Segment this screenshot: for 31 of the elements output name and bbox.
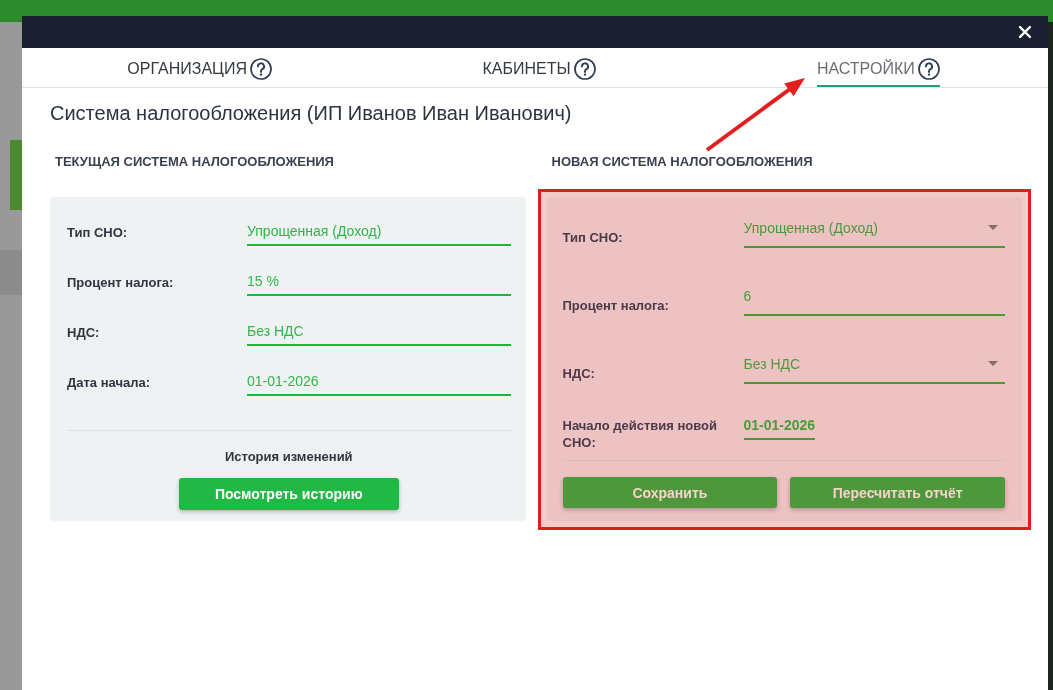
field-label: Начало действия новой СНО: [562, 417, 718, 451]
field-label: Тип СНО: [67, 224, 128, 242]
dropdown-field[interactable]: Упрощенная (Доход) [743, 218, 1005, 248]
readonly-field: Упрощенная (Доход) [247, 220, 511, 246]
dimmed-card [10, 140, 22, 210]
save-button[interactable]: Сохранить [562, 477, 778, 508]
history-label: История изменений [224, 448, 353, 466]
recalculate-report-button[interactable]: Пересчитать отчёт [790, 477, 1005, 508]
field-label: Процент налога: [562, 297, 669, 315]
readonly-field: 15 % [247, 270, 511, 296]
input-field[interactable]: 6 [743, 286, 1005, 316]
field-label: НДС: [67, 324, 100, 342]
tab[interactable]: КАБИНЕТЫ [482, 58, 596, 87]
dimmed-panel [0, 250, 22, 295]
field-label: НДС: [562, 365, 595, 383]
field-label: Дата начала: [67, 374, 151, 392]
view-history-button[interactable]: Посмотреть историю [178, 478, 399, 510]
readonly-field: Без НДС [247, 320, 511, 346]
tab[interactable]: НАСТРОЙКИ [816, 58, 940, 87]
caret-icon [988, 225, 998, 230]
readonly-field: 01-01-2026 [247, 370, 511, 396]
tab[interactable]: ОРГАНИЗАЦИЯ [127, 58, 272, 87]
field-label: Процент налога: [67, 274, 174, 292]
section-heading: НОВАЯ СИСТЕМА НАЛОГООБЛОЖЕНИЯ [551, 153, 813, 171]
date-field[interactable]: 01-01-2026 [743, 415, 816, 440]
dropdown-field[interactable]: Без НДС [743, 354, 1005, 384]
caret-icon [988, 361, 998, 366]
field-label: Тип СНО: [562, 229, 623, 247]
close-icon [1019, 26, 1031, 38]
section-heading: ТЕКУЩАЯ СИСТЕМА НАЛОГООБЛОЖЕНИЯ [55, 153, 334, 171]
dialog-title: Система налогообложения (ИП Иванов Иван Иванович) [50, 101, 572, 125]
